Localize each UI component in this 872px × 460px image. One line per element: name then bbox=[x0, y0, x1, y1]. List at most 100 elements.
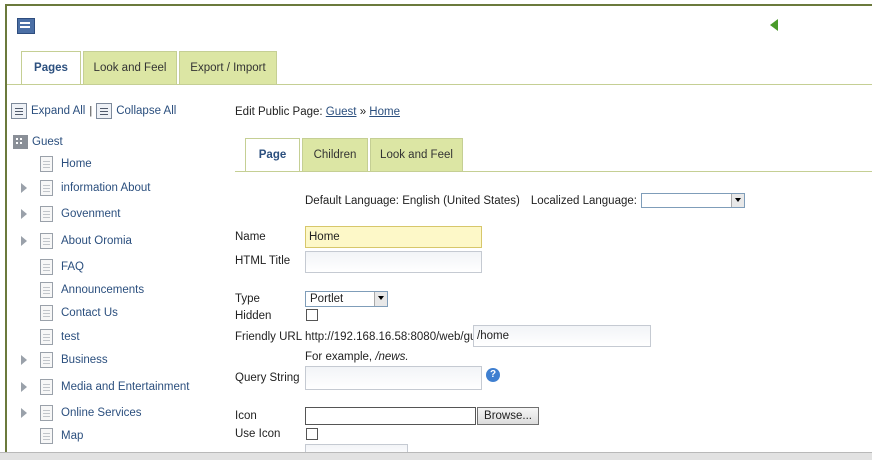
name-input[interactable]: Home bbox=[305, 226, 482, 248]
tree-item-business[interactable]: Business bbox=[21, 350, 108, 370]
chevron-down-icon bbox=[730, 194, 744, 207]
manage-pages-icon bbox=[17, 18, 35, 34]
edit-page-breadcrumb: Edit Public Page: Guest » Home bbox=[235, 106, 400, 118]
example-value: /news. bbox=[375, 351, 409, 363]
collapse-all-icon[interactable] bbox=[96, 103, 113, 119]
tab-look-and-feel[interactable]: Look and Feel bbox=[83, 51, 177, 84]
expand-arrow-icon[interactable] bbox=[21, 236, 27, 246]
tab-page[interactable]: Page bbox=[245, 138, 300, 172]
page-icon bbox=[40, 305, 53, 321]
type-select[interactable]: Portlet bbox=[305, 291, 388, 307]
tree-item-information-about[interactable]: information About bbox=[21, 178, 151, 198]
expand-arrow-icon[interactable] bbox=[21, 355, 27, 365]
friendly-url-input[interactable]: /home bbox=[473, 325, 651, 347]
tree-item-contact-us[interactable]: Contact Us bbox=[21, 303, 118, 323]
friendly-url-example: For example, /news. bbox=[305, 351, 409, 363]
page-icon bbox=[40, 379, 53, 395]
tree-tools: Expand All | Collapse All bbox=[11, 103, 176, 119]
tree-item-map[interactable]: Map bbox=[21, 426, 83, 446]
tree-item-online-services[interactable]: Online Services bbox=[21, 403, 142, 423]
query-string-input[interactable] bbox=[305, 366, 482, 390]
tool-separator: | bbox=[89, 105, 93, 117]
name-label: Name bbox=[235, 231, 266, 243]
friendly-url-prefix: http://192.168.16.58:8080/web/guest bbox=[305, 331, 492, 343]
localized-language-select[interactable] bbox=[640, 193, 745, 208]
page-icon bbox=[40, 329, 53, 345]
page-icon bbox=[40, 352, 53, 368]
tab-pages[interactable]: Pages bbox=[21, 51, 81, 85]
browse-button[interactable]: Browse... bbox=[477, 407, 539, 425]
query-string-label: Query String bbox=[235, 372, 300, 384]
tab-export-import[interactable]: Export / Import bbox=[179, 51, 277, 84]
html-title-input[interactable] bbox=[305, 251, 482, 273]
main-tabs: Pages Look and Feel Export / Import bbox=[21, 51, 279, 85]
expander-icon bbox=[21, 431, 27, 441]
return-arrow-icon[interactable] bbox=[770, 19, 778, 31]
expand-arrow-icon[interactable] bbox=[21, 382, 27, 392]
use-icon-checkbox[interactable] bbox=[306, 428, 318, 440]
language-row: Default Language: English (United States… bbox=[305, 193, 745, 208]
expander-icon bbox=[21, 285, 27, 295]
hidden-label: Hidden bbox=[235, 310, 272, 322]
tabs-divider bbox=[7, 84, 872, 85]
expander-icon bbox=[21, 332, 27, 342]
expand-all-icon[interactable] bbox=[11, 103, 27, 119]
expand-arrow-icon[interactable] bbox=[21, 183, 27, 193]
help-icon[interactable]: ? bbox=[486, 368, 500, 382]
expander-icon bbox=[21, 308, 27, 318]
tree-item-label: test bbox=[61, 331, 80, 343]
community-icon bbox=[13, 135, 28, 149]
tree-root-guest[interactable]: Guest bbox=[13, 135, 63, 149]
tree-item-media-and-entertainment[interactable]: Media and Entertainment bbox=[21, 377, 190, 397]
localized-language-label: Localized Language: bbox=[530, 194, 637, 207]
html-title-label: HTML Title bbox=[235, 255, 291, 267]
page-icon bbox=[40, 405, 53, 421]
default-language-text: Default Language: English (United States… bbox=[305, 194, 520, 207]
tree-item-label: Business bbox=[61, 354, 108, 366]
tree-item-test[interactable]: test bbox=[21, 327, 80, 347]
page-icon bbox=[40, 233, 53, 249]
breadcrumb-guest-link[interactable]: Guest bbox=[326, 106, 357, 118]
tree-item-label: Announcements bbox=[61, 284, 145, 296]
page-icon bbox=[40, 206, 53, 222]
expander-icon bbox=[21, 262, 27, 272]
collapse-all-link[interactable]: Collapse All bbox=[116, 105, 176, 117]
portlet-title-bar: Manage Pages bbox=[7, 6, 872, 42]
edit-prefix: Edit Public Page: bbox=[235, 106, 323, 118]
page-icon bbox=[40, 156, 53, 172]
tree-item-label: FAQ bbox=[61, 261, 85, 273]
return-to-full-page-link[interactable]: Return to Full Page bbox=[786, 13, 872, 27]
use-icon-label: Use Icon bbox=[235, 428, 281, 440]
tree-item-label: Map bbox=[61, 430, 84, 442]
tree-item-about-oromia[interactable]: About Oromia bbox=[21, 231, 132, 251]
expander-icon bbox=[21, 159, 27, 169]
expand-arrow-icon[interactable] bbox=[21, 209, 27, 219]
page-icon bbox=[40, 282, 53, 298]
icon-file-input[interactable] bbox=[305, 407, 476, 425]
tree-item-label: Media and Entertainment bbox=[61, 381, 190, 393]
tree-item-announcements[interactable]: Announcements bbox=[21, 280, 144, 300]
type-label: Type bbox=[235, 293, 260, 305]
tab-page-look-and-feel[interactable]: Look and Feel bbox=[370, 138, 463, 171]
tree-item-govenment[interactable]: Govenment bbox=[21, 204, 120, 224]
breadcrumb-separator: » bbox=[359, 106, 367, 118]
expand-arrow-icon[interactable] bbox=[21, 408, 27, 418]
tree-item-home[interactable]: Home bbox=[21, 154, 92, 174]
sub-tabs-divider bbox=[235, 171, 872, 172]
portlet-title: Manage Pages bbox=[43, 18, 124, 32]
tree-item-faq[interactable]: FAQ bbox=[21, 257, 84, 277]
tree-item-label: Contact Us bbox=[61, 307, 118, 319]
icon-label: Icon bbox=[235, 410, 257, 422]
page-sub-tabs: Page Children Look and Feel bbox=[245, 138, 465, 172]
page-icon bbox=[40, 259, 53, 275]
expand-all-link[interactable]: Expand All bbox=[31, 105, 85, 117]
breadcrumb-home-link[interactable]: Home bbox=[369, 106, 400, 118]
tab-children[interactable]: Children bbox=[302, 138, 368, 171]
friendly-url-label: Friendly URL bbox=[235, 331, 303, 343]
tree-item-label: information About bbox=[61, 182, 151, 194]
page-icon bbox=[40, 428, 53, 444]
tree-item-label: About Oromia bbox=[61, 235, 132, 247]
chevron-down-icon bbox=[374, 292, 387, 306]
page-icon bbox=[40, 180, 53, 196]
hidden-checkbox[interactable] bbox=[306, 309, 318, 321]
